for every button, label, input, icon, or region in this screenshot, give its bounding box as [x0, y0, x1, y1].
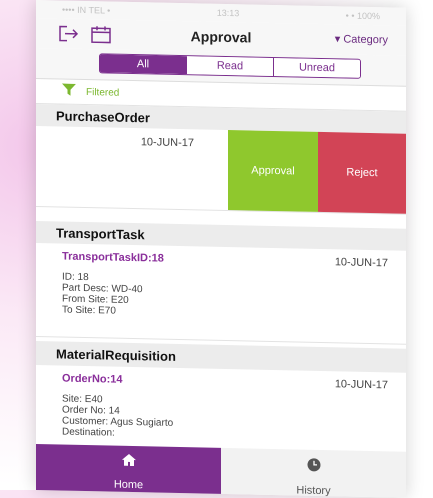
battery-text: • • 100% — [345, 10, 380, 22]
logout-icon[interactable] — [58, 24, 80, 47]
phone-screen: •••• IN TEL • 13:13 • • 100% Approval ▾ … — [36, 0, 406, 498]
calendar-icon[interactable] — [90, 25, 112, 48]
purchase-order-row[interactable]: 10-JUN-17 Approval Reject — [36, 126, 406, 215]
filter-label: Filtered — [86, 86, 120, 99]
segmented-control: All Read Unread — [99, 53, 361, 79]
reject-button[interactable]: Reject — [318, 131, 406, 214]
tab-home-label: Home — [113, 478, 144, 492]
tab-read[interactable]: Read — [186, 56, 273, 76]
transport-task-card[interactable]: TransportTaskID:18 10-JUN-17 ID: 18 Part… — [36, 243, 406, 345]
clock-text: 13:13 — [216, 7, 240, 19]
purchase-order-item[interactable]: 10-JUN-17 — [36, 126, 228, 210]
home-icon — [121, 453, 136, 469]
tab-unread[interactable]: Unread — [273, 57, 360, 78]
tab-all[interactable]: All — [100, 54, 186, 75]
category-dropdown[interactable]: ▾ Category — [335, 32, 388, 46]
carrier-text: •••• IN TEL • — [62, 4, 111, 16]
clock-icon — [307, 458, 321, 475]
filter-icon[interactable] — [62, 83, 76, 101]
material-requisition-date: 10-JUN-17 — [334, 378, 388, 392]
tab-history[interactable]: History — [221, 447, 406, 498]
approve-button[interactable]: Approval — [228, 130, 318, 212]
purchase-order-date: 10-JUN-17 — [140, 136, 194, 150]
transport-task-date: 10-JUN-17 — [334, 256, 388, 270]
tab-history-label: History — [296, 484, 331, 498]
